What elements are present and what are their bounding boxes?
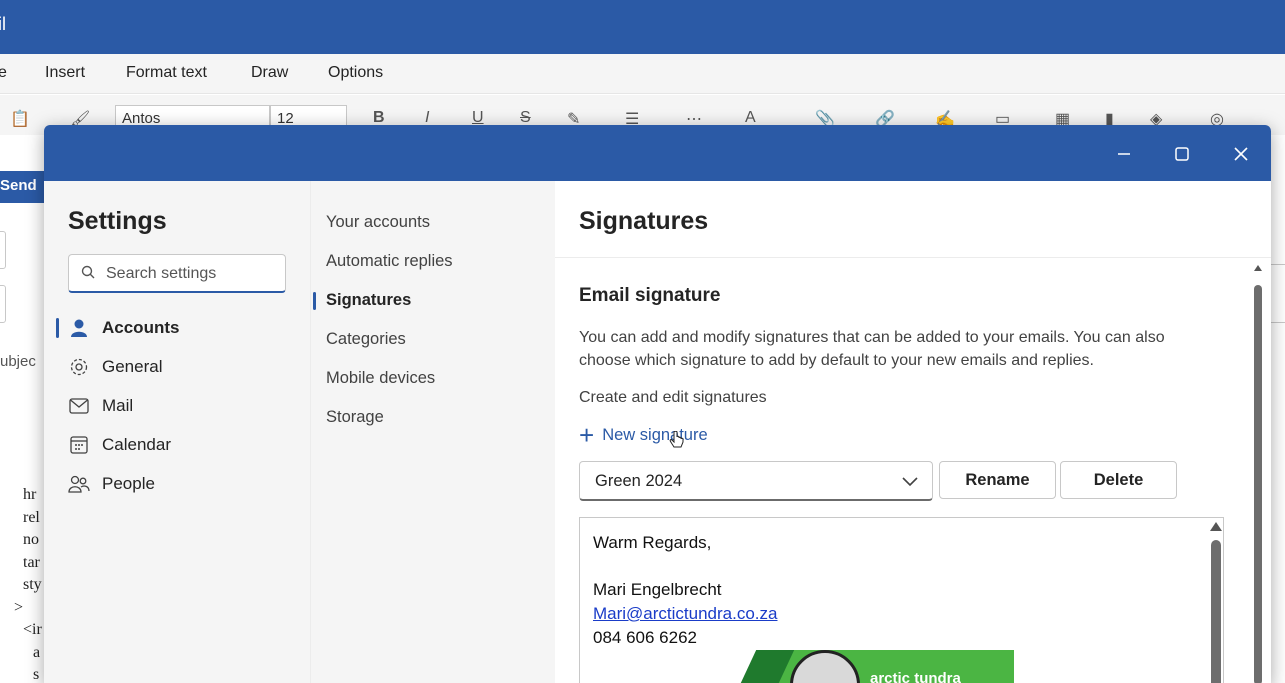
search-placeholder: Search settings	[106, 265, 217, 282]
divider	[1271, 264, 1285, 265]
subnav-storage[interactable]: Storage	[326, 408, 384, 427]
scroll-up-icon[interactable]	[1210, 522, 1222, 531]
search-icon	[81, 265, 95, 284]
dialog-header	[44, 125, 1271, 181]
settings-nav-pane: Settings Search settings Accounts Genera…	[44, 181, 310, 683]
subject-field[interactable]: ubjec	[0, 353, 36, 370]
content-scrollbar[interactable]	[1252, 265, 1266, 683]
nav-item-general[interactable]: General	[68, 353, 298, 381]
portrait-image	[790, 650, 860, 683]
scrollbar-thumb[interactable]	[1211, 540, 1221, 683]
new-signature-label: New signature	[602, 425, 708, 444]
banner-brand-text: arctic tundra	[870, 670, 961, 683]
calendar-icon	[68, 434, 90, 456]
app-title: il	[0, 14, 6, 34]
body-line: sty	[23, 576, 42, 593]
search-settings-input[interactable]: Search settings	[68, 254, 286, 293]
subnav-automatic-replies[interactable]: Automatic replies	[326, 252, 453, 271]
signature-greeting: Warm Regards,	[593, 533, 712, 552]
minimize-icon[interactable]	[1109, 139, 1139, 169]
tab-message[interactable]: e	[0, 64, 7, 82]
close-icon[interactable]	[1226, 139, 1256, 169]
tab-format-text[interactable]: Format text	[126, 64, 207, 82]
person-icon	[68, 317, 90, 339]
nav-item-label: Mail	[102, 396, 134, 415]
maximize-icon[interactable]	[1167, 139, 1197, 169]
message-body[interactable]: hr rel no tar sty > <ir a s	[14, 484, 42, 683]
signature-editor[interactable]: Warm Regards, Mari Engelbrecht Mari@arct…	[579, 517, 1224, 683]
nav-item-people[interactable]: People	[68, 470, 298, 498]
nav-item-label: Accounts	[102, 318, 180, 337]
divider	[555, 257, 1271, 258]
body-line: no	[23, 531, 39, 548]
send-button[interactable]: Send	[0, 171, 44, 203]
subnav-categories[interactable]: Categories	[326, 330, 406, 349]
body-line: hr	[23, 486, 37, 503]
settings-subnav-pane: Your accounts Automatic replies Signatur…	[310, 181, 555, 683]
nav-item-calendar[interactable]: Calendar	[68, 431, 298, 459]
page-title: Signatures	[579, 207, 709, 235]
app-titlebar: il	[0, 0, 1285, 54]
to-field[interactable]	[0, 231, 6, 269]
section-heading: Email signature	[579, 285, 721, 306]
body-line: <ir	[23, 621, 42, 638]
paste-icon[interactable]: 📋	[10, 109, 30, 129]
nav-item-accounts[interactable]: Accounts	[68, 314, 298, 342]
signature-select[interactable]: Green 2024	[579, 461, 933, 501]
nav-item-label: People	[102, 474, 155, 493]
body-line: a	[33, 643, 41, 661]
body-line: s	[33, 666, 40, 683]
signatures-content-pane: Signatures Email signature You can add a…	[555, 181, 1271, 683]
nav-item-label: General	[102, 357, 163, 376]
scrollbar-thumb[interactable]	[1254, 285, 1262, 683]
create-edit-label: Create and edit signatures	[579, 389, 767, 406]
delete-button[interactable]: Delete	[1060, 461, 1177, 499]
settings-dialog: Settings Search settings Accounts Genera…	[44, 125, 1271, 683]
new-signature-button[interactable]: + New signature	[579, 421, 708, 449]
hand-cursor-icon	[669, 430, 685, 456]
signature-phone: 084 606 6262	[593, 628, 697, 647]
section-description: You can add and modify signatures that c…	[579, 329, 1165, 369]
chevron-down-icon	[902, 474, 918, 492]
compose-right-strip	[1271, 135, 1285, 683]
nav-item-label: Calendar	[102, 435, 171, 454]
people-icon	[68, 473, 90, 495]
tab-options[interactable]: Options	[328, 64, 383, 82]
body-line: tar	[23, 553, 40, 571]
cc-field[interactable]	[0, 285, 6, 323]
mail-icon	[68, 395, 90, 417]
gear-icon	[68, 356, 90, 378]
selection-indicator	[56, 318, 59, 338]
rename-button[interactable]: Rename	[939, 461, 1056, 499]
plus-icon: +	[579, 420, 595, 450]
body-line: >	[14, 598, 24, 616]
subnav-signatures[interactable]: Signatures	[326, 291, 411, 310]
subnav-mobile-devices[interactable]: Mobile devices	[326, 369, 435, 388]
signature-banner-image: arctic tundra	[720, 650, 1014, 683]
selection-indicator	[313, 292, 316, 310]
body-line: rel	[23, 508, 40, 526]
selected-signature: Green 2024	[595, 472, 683, 490]
tab-draw[interactable]: Draw	[251, 64, 288, 82]
editor-scrollbar[interactable]	[1208, 518, 1223, 683]
nav-item-mail[interactable]: Mail	[68, 392, 298, 420]
divider	[1271, 322, 1285, 323]
signature-name: Mari Engelbrecht	[593, 580, 722, 599]
ribbon-tabs: e Insert Format text Draw Options	[0, 54, 1285, 94]
signature-email-link[interactable]: Mari@arctictundra.co.za	[593, 604, 778, 624]
scroll-up-icon[interactable]	[1254, 265, 1262, 271]
tab-insert[interactable]: Insert	[45, 64, 85, 82]
subnav-your-accounts[interactable]: Your accounts	[326, 213, 430, 232]
settings-title: Settings	[68, 207, 167, 235]
